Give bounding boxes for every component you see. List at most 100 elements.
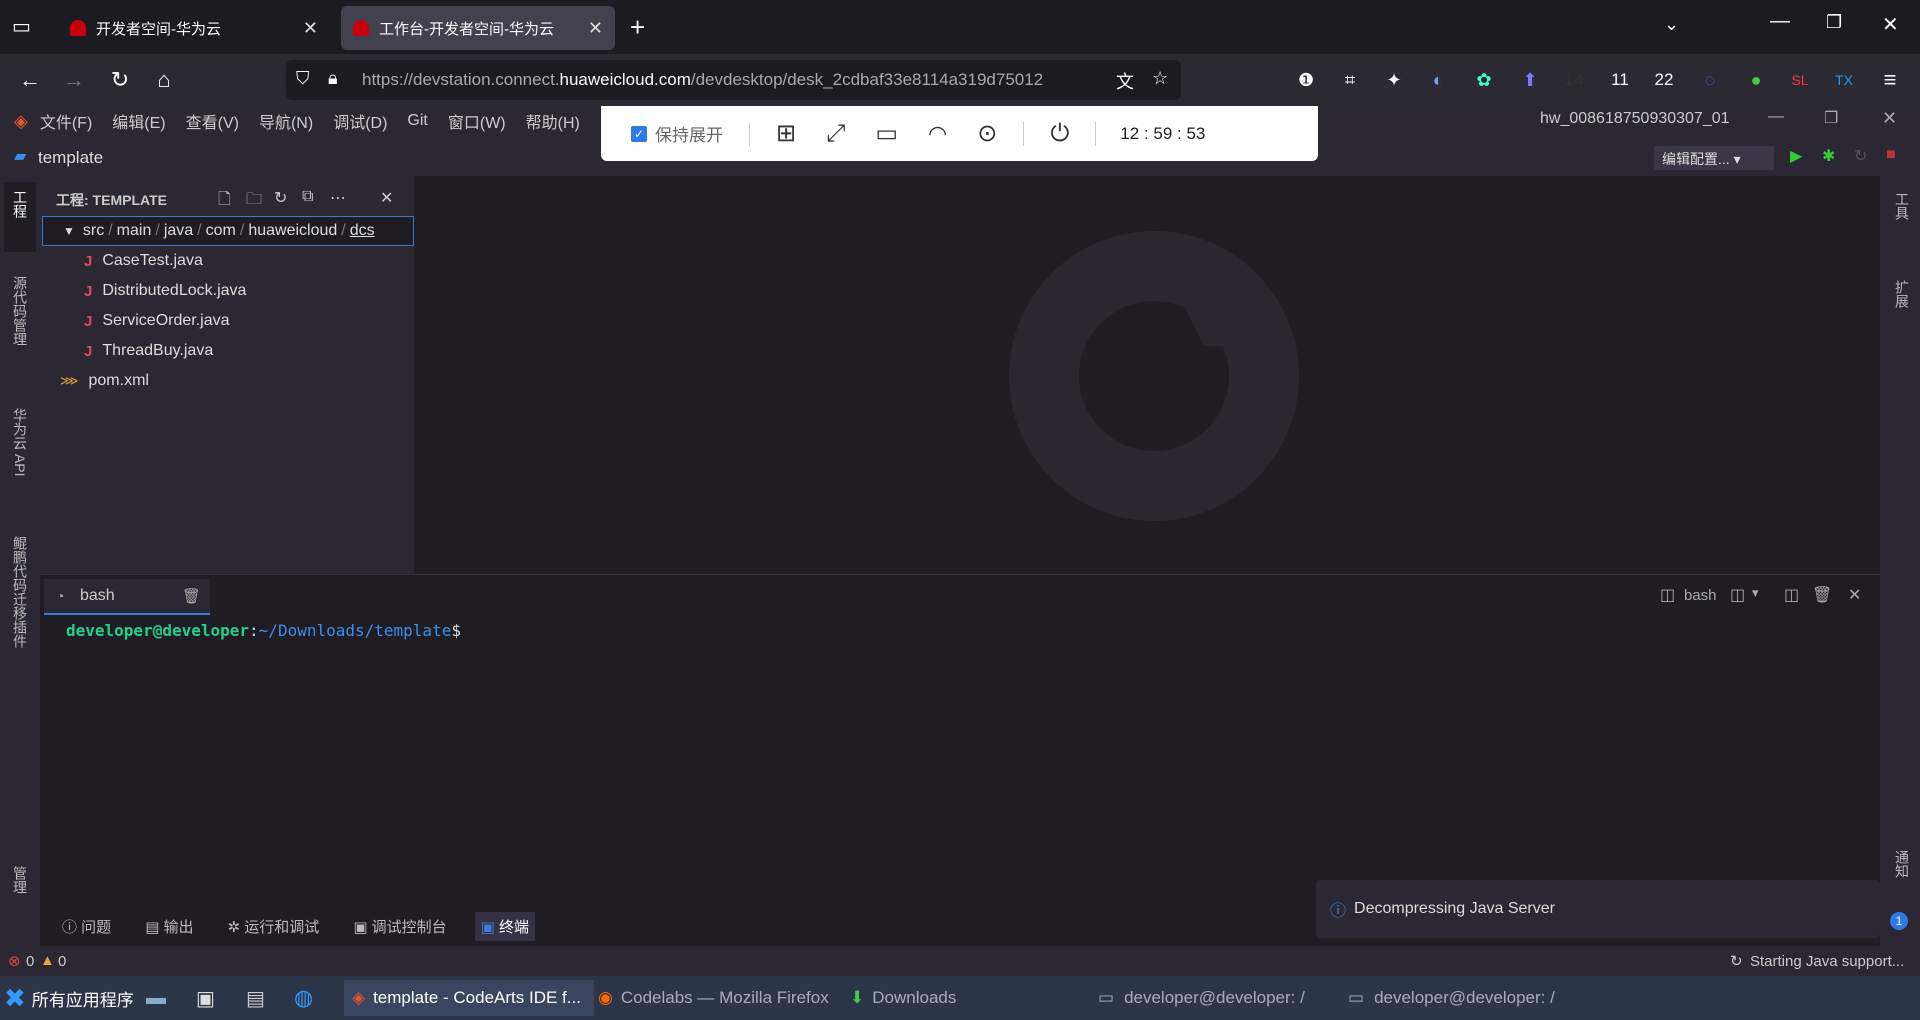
task-terminal-1[interactable]: ▭ developer@developer: /	[1098, 980, 1338, 1016]
forward-icon[interactable]: →	[60, 66, 88, 94]
minimize-window-icon[interactable]: —	[1770, 10, 1790, 33]
sync-icon[interactable]: ◌	[1696, 66, 1724, 94]
files-launcher-icon[interactable]: ▤	[246, 980, 265, 1016]
kill-terminal-icon[interactable]: 🗑︎	[1812, 585, 1832, 605]
terminal-launcher-icon[interactable]: ▣	[196, 980, 215, 1016]
browser-tab-2[interactable]: 工作台-开发者空间-华为云 ✕	[341, 6, 615, 50]
path-huaweicloud[interactable]: huaweicloud	[248, 222, 337, 240]
split-icon[interactable]: ◫	[1730, 585, 1745, 605]
tab-output[interactable]: ▤ 输出	[139, 912, 199, 941]
terminal-tab[interactable]: ◔ bash 🗑︎	[44, 579, 210, 615]
tab-debug-console[interactable]: ▣ 调试控制台	[347, 912, 452, 941]
activity-explorer-label[interactable]: 工程	[10, 190, 30, 218]
menu-edit[interactable]: 编辑(E)	[112, 109, 165, 133]
trash-icon[interactable]: 🗑︎	[182, 587, 201, 605]
translate-icon[interactable]: 文	[1116, 68, 1134, 94]
tx-icon[interactable]: TX	[1830, 66, 1858, 94]
add-window-icon[interactable]: ⊞	[776, 119, 796, 148]
extensions-icon[interactable]: ✦	[1380, 66, 1408, 94]
warning-count[interactable]: 0	[58, 953, 66, 970]
menu-debug[interactable]: 调试(D)	[333, 109, 387, 133]
split-terminal-icon[interactable]: ◫	[1660, 585, 1675, 605]
extensions-label[interactable]: 扩展	[1892, 280, 1912, 308]
list-all-tabs-icon[interactable]: ⌄	[1664, 14, 1679, 35]
status-right-text[interactable]: Starting Java support...	[1750, 953, 1904, 970]
tab-problems[interactable]: ⓘ 问题	[56, 912, 117, 941]
menu-icon[interactable]: ≡	[1876, 66, 1904, 94]
crop-icon[interactable]: ⌗	[1336, 66, 1364, 94]
restart-icon[interactable]: ↻	[1854, 146, 1867, 166]
screen-icon[interactable]: ▭	[875, 119, 898, 148]
upload-icon[interactable]: ⬆	[1516, 66, 1544, 94]
terminal-name[interactable]: bash	[1684, 587, 1717, 604]
menu-navigate[interactable]: 导航(N)	[259, 109, 313, 133]
error-count[interactable]: 0	[26, 953, 34, 970]
task-codearts[interactable]: ◈ template - CodeArts IDE f...	[344, 980, 594, 1016]
counter-badge-icon[interactable]: ❶	[1292, 66, 1320, 94]
tree-folder-row[interactable]: ▼ src / main / java / com / huaweicloud / dcs	[42, 216, 414, 246]
debug-icon[interactable]: ✱	[1822, 146, 1835, 166]
browser-launcher-icon[interactable]: ◍	[294, 980, 313, 1016]
fullscreen-icon[interactable]: ⤢	[826, 120, 845, 148]
restore-window-icon[interactable]: ❐	[1826, 12, 1842, 33]
close-tab-icon[interactable]: ✕	[303, 18, 318, 39]
tools-label[interactable]: 工具	[1892, 192, 1912, 220]
path-java[interactable]: java	[164, 222, 193, 240]
task-terminal-2[interactable]: ▭ developer@developer: /	[1348, 980, 1588, 1016]
close-panel-icon[interactable]: ✕	[380, 188, 393, 208]
back-icon[interactable]: ←	[16, 66, 44, 94]
split-panel-icon[interactable]: ◫	[1784, 585, 1799, 605]
keep-expanded-checkbox[interactable]: ✓	[631, 125, 647, 142]
ide-close-icon[interactable]: ✕	[1882, 108, 1897, 129]
activity-manage-label[interactable]: 管理	[10, 866, 30, 894]
task-firefox[interactable]: ◉ Codelabs — Mozilla Firefox	[598, 980, 848, 1016]
tree-file-row[interactable]: J ServiceOrder.java	[40, 306, 414, 336]
browser-tab-1[interactable]: 开发者空间-华为云 ✕	[58, 6, 330, 50]
activity-scm-label[interactable]: 源代码管理	[10, 276, 30, 346]
notifications-label[interactable]: 通知	[1892, 850, 1912, 878]
menu-file[interactable]: 文件(F)	[40, 109, 92, 133]
more-options-icon[interactable]: ⊙	[977, 119, 997, 148]
power-icon[interactable]: ⏻	[1050, 120, 1069, 148]
start-menu-button[interactable]: ✖ 所有应用程序	[0, 980, 136, 1016]
counter-11[interactable]: 11	[1606, 66, 1634, 94]
path-dcs[interactable]: dcs	[350, 222, 375, 240]
notification-toast[interactable]: ⓘ Decompressing Java Server	[1316, 880, 1880, 938]
menu-window[interactable]: 窗口(W)	[448, 109, 506, 133]
tab-terminal[interactable]: ▣ 终端	[474, 911, 536, 941]
show-desktop-icon[interactable]: ▬	[146, 980, 166, 1016]
openai-icon[interactable]: ✿	[1470, 66, 1498, 94]
activity-kunpeng-label[interactable]: 鲲鹏代码迁移插件	[10, 536, 30, 648]
run-icon[interactable]: ▶	[1790, 146, 1802, 166]
tab-run-debug[interactable]: ✲ 运行和调试	[222, 912, 326, 941]
close-window-icon[interactable]: ✕	[1882, 12, 1899, 37]
menu-help[interactable]: 帮助(H)	[526, 109, 580, 133]
bookmark-star-icon[interactable]: ☆	[1152, 68, 1168, 89]
new-tab-button[interactable]: +	[630, 12, 645, 43]
run-config-select[interactable]: 编辑配置... ▾	[1654, 146, 1774, 170]
toggle-icon[interactable]: ●	[1742, 66, 1770, 94]
path-src[interactable]: src	[83, 222, 104, 240]
new-folder-icon[interactable]: 🗀︎	[246, 188, 262, 215]
menu-git[interactable]: Git	[407, 112, 427, 130]
sl-icon[interactable]: SL	[1786, 66, 1814, 94]
steam-icon[interactable]: ◐	[1424, 66, 1452, 94]
collapse-all-icon[interactable]: ⧉	[302, 188, 313, 206]
error-icon[interactable]: ⊗	[8, 952, 21, 970]
tree-file-row[interactable]: J CaseTest.java	[40, 246, 414, 276]
new-file-icon[interactable]: 🗋︎	[218, 188, 231, 215]
project-name[interactable]: template	[38, 148, 103, 168]
warning-icon[interactable]: ▲	[40, 952, 55, 969]
reload-icon[interactable]: ↻	[106, 66, 134, 94]
path-com[interactable]: com	[206, 222, 236, 240]
tab-list-icon[interactable]: ▭	[12, 14, 38, 40]
counter-14[interactable]: 14	[1560, 66, 1588, 94]
shield-icon[interactable]: ⛉	[296, 68, 310, 89]
tree-file-row[interactable]: J DistributedLock.java	[40, 276, 414, 306]
keep-expanded-label[interactable]: 保持展开	[655, 121, 723, 146]
counter-22[interactable]: 22	[1650, 66, 1678, 94]
path-main[interactable]: main	[117, 222, 152, 240]
task-downloads[interactable]: ⬇ Downloads	[850, 980, 1050, 1016]
terminal-prompt[interactable]: developer@developer:~/Downloads/template…	[66, 621, 461, 640]
tree-file-row[interactable]: J ThreadBuy.java	[40, 336, 414, 366]
